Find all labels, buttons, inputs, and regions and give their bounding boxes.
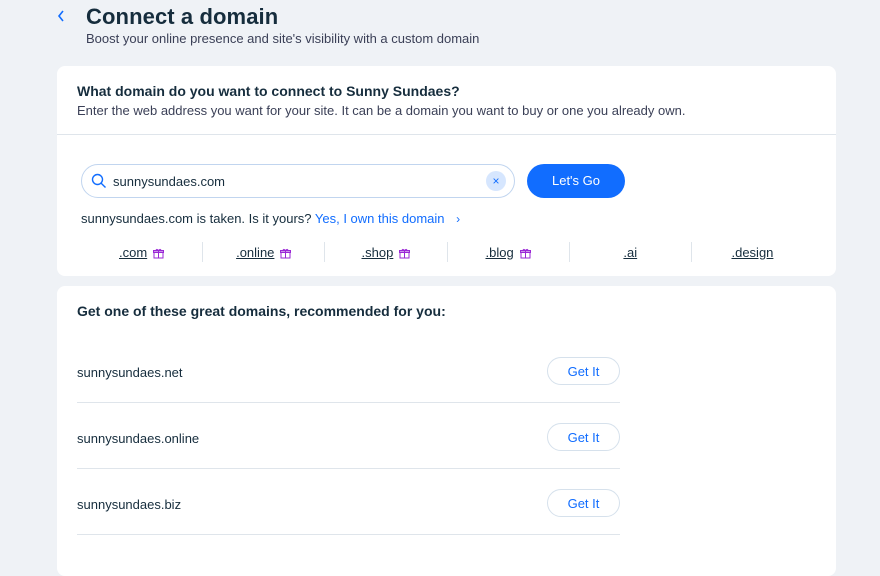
search-card-heading: What domain do you want to connect to Su… bbox=[77, 83, 460, 99]
get-it-button[interactable]: Get It bbox=[547, 489, 620, 517]
domain-name: sunnysundaes.online bbox=[77, 431, 200, 446]
chevron-right-icon[interactable]: › bbox=[456, 212, 460, 226]
clear-icon[interactable]: × bbox=[486, 171, 506, 191]
domain-taken-message: sunnysundaes.com is taken. Is it yours? … bbox=[81, 211, 460, 226]
recommendations-list: sunnysundaes.net Get It sunnysundaes.onl… bbox=[77, 337, 620, 535]
tld-options: .com .online .shop .blog .ai .design bbox=[81, 242, 813, 262]
recommendations-heading: Get one of these great domains, recommen… bbox=[77, 303, 446, 319]
tld-label[interactable]: .ai bbox=[623, 245, 637, 260]
gift-icon bbox=[280, 247, 292, 258]
lets-go-button[interactable]: Let's Go bbox=[527, 164, 625, 198]
tld-label[interactable]: .online bbox=[236, 245, 274, 260]
tld-option[interactable]: .blog bbox=[448, 242, 570, 262]
tld-option[interactable]: .online bbox=[203, 242, 326, 262]
get-it-button[interactable]: Get It bbox=[547, 423, 620, 451]
list-item: sunnysundaes.biz Get It bbox=[77, 469, 620, 535]
recommendations-card: Get one of these great domains, recommen… bbox=[57, 286, 836, 576]
domain-search-input[interactable] bbox=[113, 171, 473, 191]
tld-label[interactable]: .blog bbox=[486, 245, 514, 260]
back-chevron-icon[interactable] bbox=[56, 8, 70, 26]
domain-name: sunnysundaes.biz bbox=[77, 497, 182, 512]
tld-option[interactable]: .com bbox=[81, 242, 204, 262]
domain-search-card: What domain do you want to connect to Su… bbox=[57, 66, 836, 276]
domain-name: sunnysundaes.net bbox=[77, 365, 183, 380]
tld-label[interactable]: .design bbox=[731, 245, 773, 260]
domain-taken-text: sunnysundaes.com is taken. Is it yours? bbox=[81, 211, 312, 226]
tld-option[interactable]: .shop bbox=[325, 242, 448, 262]
tld-label[interactable]: .com bbox=[119, 245, 147, 260]
page-title: Connect a domain bbox=[86, 4, 279, 29]
own-domain-link[interactable]: Yes, I own this domain bbox=[315, 211, 445, 226]
domain-search-box: × bbox=[81, 164, 515, 198]
gift-icon bbox=[519, 247, 531, 258]
gift-icon bbox=[153, 247, 165, 258]
tld-option[interactable]: .design bbox=[692, 242, 813, 262]
tld-option[interactable]: .ai bbox=[570, 242, 692, 262]
list-item: sunnysundaes.online Get It bbox=[77, 403, 620, 469]
search-icon bbox=[91, 173, 107, 189]
gift-icon bbox=[399, 247, 411, 258]
search-card-description: Enter the web address you want for your … bbox=[77, 103, 686, 118]
divider bbox=[57, 134, 836, 135]
tld-label[interactable]: .shop bbox=[362, 245, 394, 260]
list-item: sunnysundaes.net Get It bbox=[77, 337, 620, 403]
page-subtitle: Boost your online presence and site's vi… bbox=[86, 31, 480, 46]
get-it-button[interactable]: Get It bbox=[547, 357, 620, 385]
